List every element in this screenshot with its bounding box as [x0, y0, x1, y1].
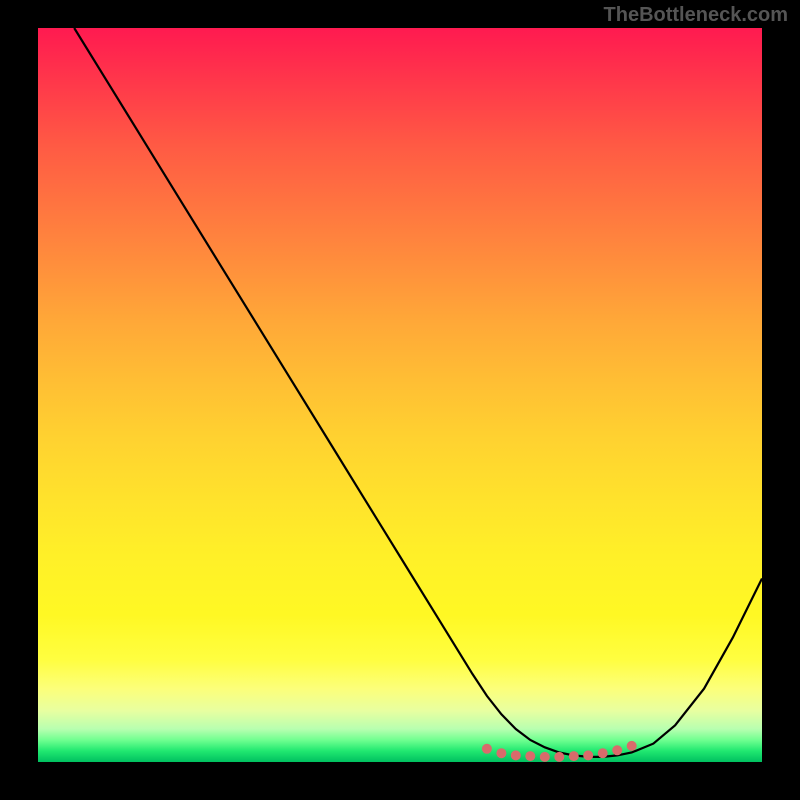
dot — [627, 741, 637, 751]
dot — [511, 750, 521, 760]
chart-svg — [38, 28, 762, 762]
dot — [540, 752, 550, 762]
curve-path — [74, 28, 762, 757]
dot — [525, 751, 535, 761]
dot — [569, 751, 579, 761]
dot — [598, 748, 608, 758]
dot — [496, 748, 506, 758]
dot — [554, 752, 564, 762]
plot-area — [38, 28, 762, 762]
dot — [482, 744, 492, 754]
dot — [612, 745, 622, 755]
dot — [583, 750, 593, 760]
watermark: TheBottleneck.com — [604, 4, 788, 27]
